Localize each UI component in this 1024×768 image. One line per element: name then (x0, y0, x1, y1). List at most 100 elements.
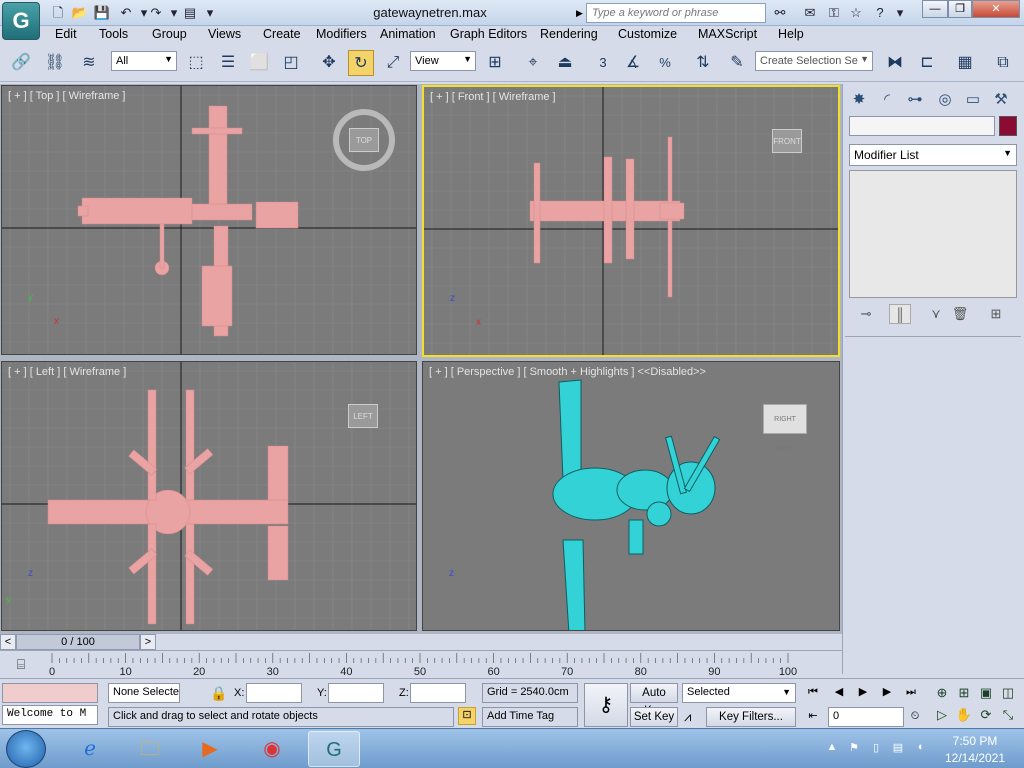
maximize-viewport-icon[interactable]: ⤡ (998, 705, 1018, 725)
station-model-front[interactable] (424, 87, 840, 357)
go-to-end-icon[interactable]: ⏭ (902, 683, 920, 701)
key-icon[interactable]: ⚿ (824, 3, 844, 23)
viewport-front-label[interactable]: [ + ] [ Front ] [ Wireframe ] (430, 91, 556, 103)
auto-key-button[interactable]: Auto Key (630, 683, 678, 717)
mirror-icon[interactable]: ⧓ (882, 50, 908, 76)
station-model-perspective[interactable] (423, 362, 840, 631)
track-bar[interactable]: ⌸ 0 10 20 30 40 50 60 70 80 90 100 (0, 650, 842, 678)
go-to-start-icon[interactable]: ⏮ (804, 683, 822, 701)
set-key-button[interactable]: Set Key (630, 707, 678, 727)
chrome-icon[interactable]: ◉ (246, 731, 298, 767)
percent-snap-icon[interactable]: % (652, 50, 678, 76)
zoom-icon[interactable]: ⊕ (932, 683, 952, 703)
orbit-icon[interactable]: ⟳ (976, 705, 996, 725)
link-icon[interactable]: 🔗 (8, 50, 34, 76)
tray-action-center-icon[interactable]: ⚑ (846, 741, 862, 757)
save-file-icon[interactable]: 💾 (92, 3, 112, 23)
edit-named-selection-icon[interactable]: ✎ (724, 50, 750, 76)
time-tag-icon[interactable]: ⊡ (458, 707, 476, 725)
maxscript-mini-listener-pink[interactable] (2, 683, 98, 703)
graphite-modeling-tools-icon[interactable]: ⧉ (990, 50, 1016, 76)
create-tab-icon[interactable]: ✸ (847, 88, 871, 112)
key-mode-dropdown[interactable]: Selected ▼ (682, 683, 796, 703)
menu-modifiers[interactable]: Modifiers (316, 27, 367, 41)
time-configuration-icon[interactable]: ⏲ (906, 707, 924, 725)
tray-battery-icon[interactable]: ▯ (868, 741, 884, 757)
menu-create[interactable]: Create (263, 27, 301, 41)
tray-volume-icon[interactable]: ◖ (912, 741, 928, 757)
time-slider-thumb[interactable]: 0 / 100 (16, 634, 140, 650)
viewcube-left[interactable]: LEFT (348, 404, 378, 428)
pivot-center-icon[interactable]: ⊞ (482, 50, 508, 76)
named-selection-dropdown[interactable]: Create Selection Se ▼ (755, 51, 873, 71)
viewport-left[interactable]: [ + ] [ Left ] [ Wireframe ] LEFT z y (1, 361, 417, 631)
previous-frame-icon[interactable]: ◀ (830, 683, 848, 701)
menu-tools[interactable]: Tools (99, 27, 128, 41)
angle-snap-icon[interactable]: ∡ (620, 50, 646, 76)
station-model-left[interactable] (2, 362, 417, 631)
help-dropdown-icon[interactable]: ▾ (890, 3, 910, 23)
play-icon[interactable]: ▶ (854, 683, 872, 701)
clock-time[interactable]: 7:50 PM (940, 734, 1010, 748)
tray-expand-icon[interactable]: ▲ (824, 741, 840, 757)
bind-space-warp-icon[interactable]: ≋ (76, 50, 102, 76)
close-button[interactable]: ✕ (972, 0, 1020, 18)
zoom-extents-icon[interactable]: ▣ (976, 683, 996, 703)
pin-stack-icon[interactable]: ⊸ (855, 304, 877, 324)
hierarchy-tab-icon[interactable]: ⊶ (903, 88, 927, 112)
unlink-icon[interactable]: ⛓ (42, 50, 68, 76)
modify-tab-icon[interactable]: ◜ (875, 88, 899, 112)
next-frame-icon[interactable]: ▶ (878, 683, 896, 701)
select-object-icon[interactable]: ⬚ (183, 50, 209, 76)
redo-icon[interactable]: ↷ (146, 3, 166, 23)
open-file-icon[interactable]: 📂 (70, 3, 90, 23)
selection-filter-dropdown[interactable]: All ▼ (111, 51, 177, 71)
select-manipulate-icon[interactable]: ⌖ (520, 50, 546, 76)
restore-button[interactable]: ❐ (948, 0, 972, 18)
viewport-perspective-label[interactable]: [ + ] [ Perspective ] [ Smooth + Highlig… (429, 366, 706, 378)
x-coordinate-field[interactable] (246, 683, 302, 703)
align-icon[interactable]: ⊏ (914, 50, 940, 76)
make-unique-icon[interactable]: ⋎ (925, 304, 947, 324)
minimize-button[interactable]: — (922, 0, 948, 18)
viewport-front[interactable]: [ + ] [ Front ] [ Wireframe ] FRONT z x (422, 85, 840, 357)
favorites-star-icon[interactable]: ☆ (846, 3, 866, 23)
clock-date[interactable]: 12/14/2021 (940, 751, 1010, 765)
select-move-icon[interactable]: ✥ (316, 50, 342, 76)
zoom-all-icon[interactable]: ⊞ (954, 683, 974, 703)
maxscript-mini-listener[interactable]: Welcome to M (2, 705, 98, 725)
media-player-icon[interactable]: ▶ (184, 731, 236, 767)
current-frame-field[interactable]: 0 (828, 707, 904, 727)
project-folder-icon[interactable]: ▤ (180, 3, 200, 23)
pan-view-icon[interactable]: ✋ (954, 705, 974, 725)
file-explorer-icon[interactable]: 🗀 (124, 731, 176, 767)
quick-access-dropdown-icon[interactable]: ▾ (200, 3, 220, 23)
modifier-list-dropdown[interactable]: Modifier List ▼ (849, 144, 1017, 166)
field-of-view-icon[interactable]: ▷ (932, 705, 952, 725)
object-name-field[interactable] (849, 116, 995, 136)
time-slider[interactable]: < 0 / 100 > (0, 634, 842, 650)
remove-modifier-icon[interactable]: 🗑 (949, 304, 971, 324)
key-mode-toggle-icon[interactable]: ⇤ (804, 707, 822, 725)
motion-tab-icon[interactable]: ◎ (933, 88, 957, 112)
menu-maxscript[interactable]: MAXScript (698, 27, 757, 41)
viewcube-perspective[interactable]: RIGHT BACK (763, 404, 807, 453)
internet-explorer-icon[interactable]: ℯ (64, 731, 116, 767)
zoom-extents-all-icon[interactable]: ◫ (998, 683, 1018, 703)
search-expand-icon[interactable]: ▶ (576, 3, 586, 23)
display-tab-icon[interactable]: ▭ (961, 88, 985, 112)
help-icon[interactable]: ? (870, 3, 890, 23)
rectangular-selection-icon[interactable]: ⬜ (246, 50, 272, 76)
menu-animation[interactable]: Animation (380, 27, 436, 41)
tray-network-icon[interactable]: ▤ (890, 741, 906, 757)
binoculars-icon[interactable]: ⚯ (770, 3, 790, 23)
communication-center-icon[interactable]: ✉ (800, 3, 820, 23)
layer-manager-icon[interactable]: ▦ (952, 50, 978, 76)
snaps-toggle-icon[interactable]: 3 (590, 50, 616, 76)
start-button[interactable] (6, 730, 46, 768)
select-rotate-icon[interactable]: ↻ (348, 50, 374, 76)
utilities-tab-icon[interactable]: ⚒ (989, 88, 1013, 112)
menu-graph-editors[interactable]: Graph Editors (450, 27, 527, 41)
reference-coordinate-dropdown[interactable]: View ▼ (410, 51, 476, 71)
undo-icon[interactable]: ↶ (116, 3, 136, 23)
